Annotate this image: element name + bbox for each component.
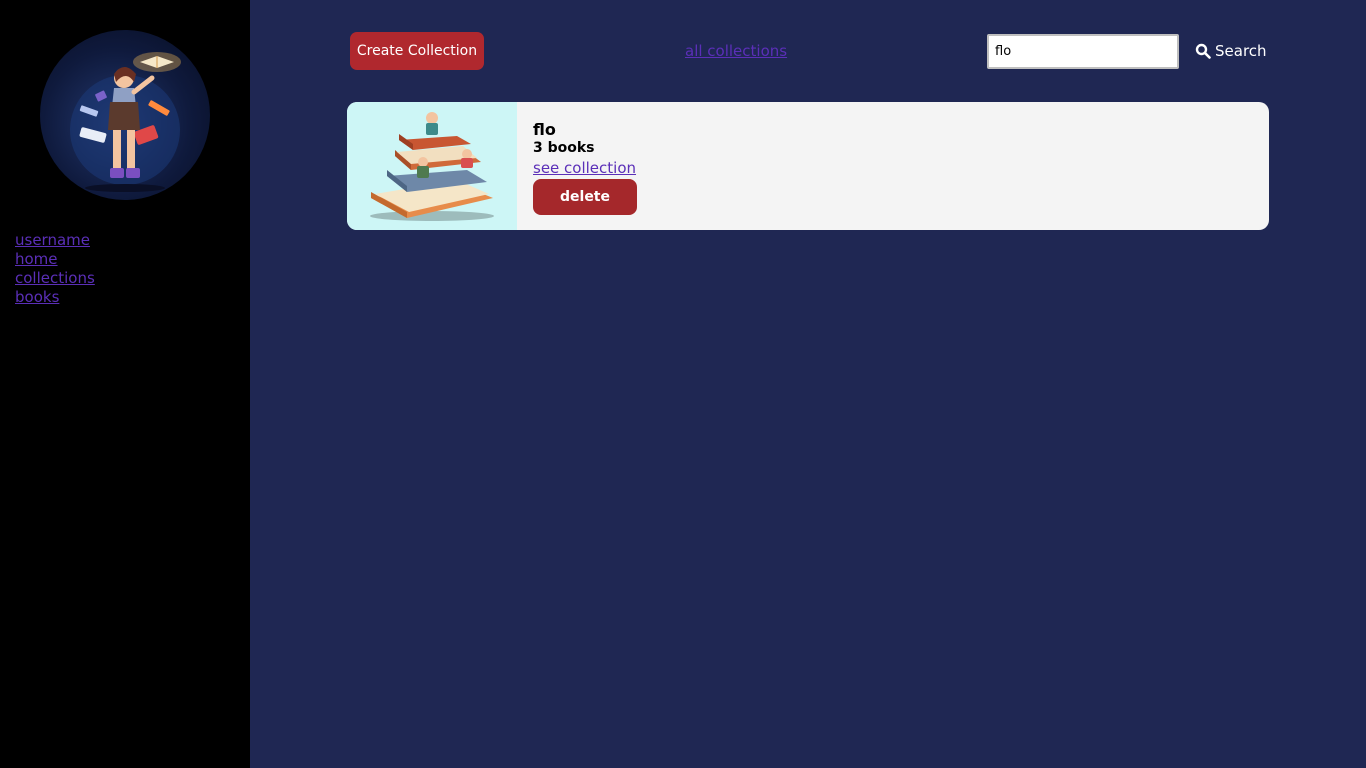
create-collection-button[interactable]: Create Collection	[350, 32, 484, 70]
nav-link-username[interactable]: username	[15, 231, 95, 250]
collection-card: flo 3 books see collection delete	[347, 102, 1269, 230]
collection-title: flo	[533, 120, 556, 139]
search-input[interactable]	[987, 34, 1179, 69]
collection-book-count: 3 books	[533, 140, 595, 156]
nav-link-collections[interactable]: collections	[15, 269, 95, 288]
nav-link-books[interactable]: books	[15, 288, 95, 307]
avatar	[40, 30, 210, 200]
delete-collection-button[interactable]: delete	[533, 179, 637, 215]
all-collections-link[interactable]: all collections	[685, 42, 787, 60]
search-icon	[1195, 43, 1211, 59]
see-collection-link[interactable]: see collection	[533, 159, 636, 177]
main-content: Create Collection all collections Search	[250, 0, 1366, 768]
reader-illustration-icon	[70, 52, 181, 192]
nav-link-home[interactable]: home	[15, 250, 95, 269]
search-button[interactable]: Search	[1195, 38, 1267, 64]
collection-cover	[347, 102, 517, 230]
search-button-label: Search	[1215, 42, 1267, 60]
sidebar-nav: username home collections books	[15, 231, 95, 307]
sidebar: username home collections books	[0, 0, 250, 768]
book-stack-illustration-icon	[370, 112, 494, 221]
